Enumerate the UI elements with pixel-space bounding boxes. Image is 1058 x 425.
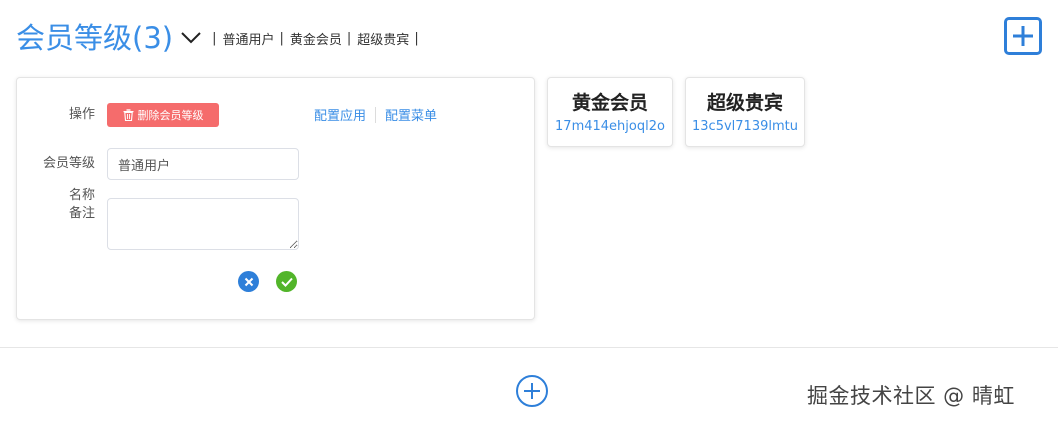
level-name-label-line1: 会员等级 [42,156,95,171]
check-circle-icon [280,277,293,287]
add-item-button[interactable] [516,375,548,407]
level-card-name: 黄金会员 [571,92,648,114]
level-card-code: 17m414ehjoql2o [555,119,665,134]
separator: | [212,30,217,46]
level-list: | 普通用户 | 黄金会员 | 超级贵宾 | [207,29,425,48]
confirm-button[interactable] [276,271,297,292]
close-circle-icon [244,277,253,286]
remark-label: 备注 [68,206,95,221]
level-card-code: 13c5vl7139lmtu [692,119,798,134]
delete-level-label: 删除会员等级 [137,109,204,122]
configure-menu-link[interactable]: 配置菜单 [385,105,437,124]
page: 会员等级(3) | 普通用户 | 黄金会员 | 超级贵宾 | 操作 删除会员等级… [0,0,1058,425]
separator: | [346,30,352,46]
level-card-vip[interactable]: 超级贵宾 13c5vl7139lmtu [685,77,805,147]
section-divider [0,347,1058,348]
edit-level-card: 操作 删除会员等级 配置应用 配置菜单 会员等级 名称 备注 [16,77,535,320]
level-link-normal[interactable]: 普通用户 [222,29,274,48]
separator: | [279,30,284,46]
trash-icon [123,109,133,121]
watermark: 掘金技术社区 @ 晴虹 [807,384,1015,408]
chevron-down-icon[interactable] [181,27,203,49]
link-divider [375,106,377,123]
level-card-gold[interactable]: 黄金会员 17m414ehjoql2o [547,77,673,147]
level-name-input[interactable] [107,148,299,180]
cancel-button[interactable] [238,271,259,292]
plus-square-icon [1013,26,1033,46]
plus-circle-icon [524,383,540,399]
remark-input[interactable] [107,198,299,250]
level-link-gold[interactable]: 黄金会员 [290,29,342,48]
level-name-label-line2: 名称 [68,188,95,203]
level-link-vip[interactable]: 超级贵宾 [357,29,409,48]
page-title: 会员等级(3) [16,21,174,55]
header: 会员等级(3) | 普通用户 | 黄金会员 | 超级贵宾 | [16,18,425,58]
delete-level-button[interactable]: 删除会员等级 [107,103,219,127]
level-card-name: 超级贵宾 [706,92,783,114]
separator: | [414,30,419,46]
action-label: 操作 [68,107,95,122]
config-links: 配置应用 配置菜单 [314,105,437,124]
configure-app-link[interactable]: 配置应用 [314,105,366,124]
add-level-button[interactable] [1004,17,1042,55]
